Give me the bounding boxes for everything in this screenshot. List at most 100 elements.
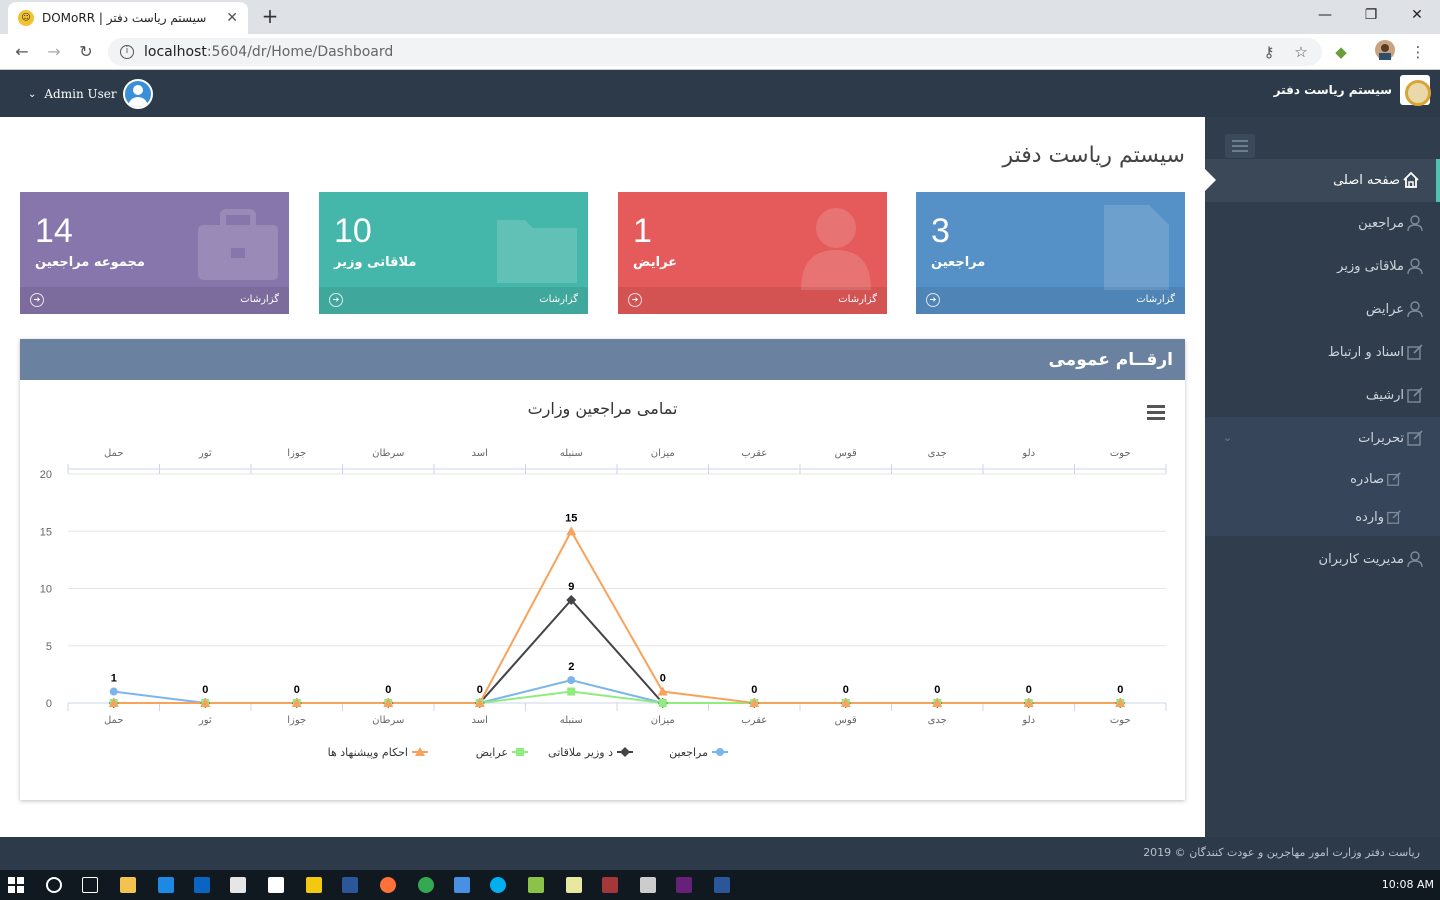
brand[interactable]: سیستم ریاست دفتر <box>1273 75 1431 106</box>
browser-tab[interactable]: ☺ DOMoRR | سیستم ریاست دفتر ✕ <box>8 2 248 34</box>
chrome-icon[interactable] <box>418 877 434 893</box>
sidebar-item-label: وارده <box>1355 509 1384 525</box>
sidebar-item-correspondence[interactable]: ⌄ تحریرات <box>1205 417 1440 460</box>
tab-title: DOMoRR | سیستم ریاست دفتر <box>42 11 207 25</box>
sidebar-item-label: مراجعین <box>1358 216 1404 231</box>
tile-value: 1 <box>633 212 652 250</box>
back-icon[interactable]: ← <box>10 40 34 64</box>
tile-footer-link[interactable]: گزارشات ➔ <box>618 287 887 314</box>
task-view-icon[interactable] <box>82 877 98 893</box>
access-icon[interactable] <box>602 877 618 893</box>
sidebar-item-documents[interactable]: اسناد و ارتباط <box>1205 331 1440 374</box>
series-line <box>113 598 1121 704</box>
url-input[interactable]: i localhost:5604/dr/Home/Dashboard <box>108 38 1322 66</box>
sidebar-item-label: اسناد و ارتباط <box>1327 345 1404 360</box>
restore-icon[interactable]: ❐ <box>1348 4 1394 26</box>
y-tick-label: 10 <box>40 584 52 596</box>
data-label: 0 <box>1026 684 1032 696</box>
browser-menu-icon[interactable]: ⋮ <box>1406 40 1430 64</box>
edge-icon[interactable] <box>158 877 174 893</box>
tile-more-label: گزارشات <box>240 294 279 305</box>
x-tick-label: سرطان <box>372 715 404 726</box>
windows-taskbar: 10:08 AM <box>0 870 1440 900</box>
skype-icon[interactable] <box>490 877 506 893</box>
firefox-icon[interactable] <box>380 877 396 893</box>
sidebar-item-label: صادره <box>1350 471 1384 487</box>
tile-minister-meetings: 10 ملاقاتی وزیر گزارشات ➔ <box>319 192 588 314</box>
windows-start-icon[interactable] <box>8 877 24 893</box>
line-chart: 05101520حملحملثورثورجوزاجوزاسرطانسرطاناس… <box>40 448 1167 759</box>
tile-more-label: گزارشات <box>1136 294 1175 305</box>
series-line <box>113 529 1121 704</box>
brand-logo-icon <box>1400 75 1431 106</box>
info-icon[interactable]: i <box>120 45 134 59</box>
sidebar-item-archive[interactable]: ارشیف <box>1205 374 1440 417</box>
mail-icon[interactable] <box>268 877 284 893</box>
tile-footer-link[interactable]: گزارشات ➔ <box>916 287 1185 314</box>
sidebar-item-visitors[interactable]: مراجعین <box>1205 202 1440 245</box>
profile-avatar-icon[interactable] <box>1373 40 1397 67</box>
sidebar-subitem-outgoing[interactable]: صادره <box>1205 460 1440 498</box>
y-tick-label: 5 <box>46 641 52 653</box>
browser-tab-bar: ☺ DOMoRR | سیستم ریاست دفتر ✕ + — ❐ ✕ <box>0 0 1440 34</box>
favicon-icon: ☺ <box>18 10 34 26</box>
user-menu[interactable]: ⌄ Admin User <box>28 79 153 109</box>
new-tab-button[interactable]: + <box>258 4 282 28</box>
bookmark-star-icon[interactable]: ☆ <box>1289 40 1313 64</box>
taskbar-clock: 10:08 AM <box>1381 878 1434 891</box>
folder-icon <box>497 220 577 283</box>
data-label: 0 <box>1117 684 1123 696</box>
legend-label: عرایض <box>476 746 508 759</box>
data-label: 0 <box>477 684 483 696</box>
briefcase-icon <box>198 209 278 280</box>
sidebar-item-label: ارشیف <box>1365 388 1404 403</box>
x-tick-label-top: جدی <box>928 448 947 459</box>
reload-icon[interactable]: ↻ <box>74 40 98 64</box>
extension-icon[interactable]: ◆ <box>1329 40 1353 64</box>
address-bar: ← → ↻ i localhost:5604/dr/Home/Dashboard… <box>0 34 1440 70</box>
series-line <box>113 679 1121 704</box>
store-icon[interactable] <box>230 877 246 893</box>
sidebar-item-petitions[interactable]: عرایض <box>1205 288 1440 331</box>
tile-footer-link[interactable]: گزارشات ➔ <box>20 287 289 314</box>
brand-name: سیستم ریاست دفتر <box>1273 83 1392 97</box>
close-tab-icon[interactable]: ✕ <box>226 10 238 26</box>
outlook-icon[interactable] <box>194 877 210 893</box>
x-tick-label: جوزا <box>287 715 306 726</box>
x-tick-label-top: ثور <box>198 448 212 459</box>
tile-value: 3 <box>931 212 950 250</box>
copyright-text: 2019 © ریاست دفتر وزارت امور مهاجرین و ع… <box>1143 846 1420 859</box>
sidebar-item-label: صفحه اصلی <box>1333 173 1400 188</box>
user-avatar-icon <box>122 79 153 109</box>
tile-label: مراجعین <box>931 255 986 270</box>
edit-icon <box>1387 472 1401 486</box>
search-tool-icon[interactable] <box>454 877 470 893</box>
sidebar-subitem-incoming[interactable]: وارده <box>1205 498 1440 536</box>
tile-footer-link[interactable]: گزارشات ➔ <box>319 287 588 314</box>
photos-icon[interactable] <box>640 877 656 893</box>
sidebar-item-minister-meetings[interactable]: ملاقاتی وزیر <box>1205 245 1440 288</box>
notepad-icon[interactable] <box>566 877 582 893</box>
document-icon <box>1104 205 1169 290</box>
sidebar-toggle-icon[interactable] <box>1225 134 1255 158</box>
forward-icon[interactable]: → <box>42 40 66 64</box>
tool-icon[interactable] <box>528 877 544 893</box>
sidebar-item-home[interactable]: صفحه اصلی <box>1205 159 1440 202</box>
visual-studio-icon[interactable] <box>676 877 692 893</box>
key-icon[interactable]: ⚷ <box>1257 40 1281 64</box>
sidebar-item-user-management[interactable]: مدیریت کاربران <box>1205 538 1440 581</box>
user-icon <box>1407 215 1423 232</box>
word-icon[interactable] <box>714 877 730 893</box>
home-icon <box>1403 171 1419 188</box>
file-explorer-icon[interactable] <box>120 877 136 893</box>
tile-label: عرایض <box>633 255 678 270</box>
user-icon <box>1407 258 1423 275</box>
url-path: :5604/dr/Home/Dashboard <box>206 44 394 60</box>
minimize-icon[interactable]: — <box>1302 4 1348 26</box>
close-window-icon[interactable]: ✕ <box>1394 4 1440 26</box>
search-icon[interactable] <box>46 877 62 893</box>
powerbi-icon[interactable] <box>306 877 322 893</box>
tile-value: 14 <box>35 212 73 250</box>
app-icon[interactable] <box>342 877 358 893</box>
tile-label: ملاقاتی وزیر <box>334 255 417 270</box>
